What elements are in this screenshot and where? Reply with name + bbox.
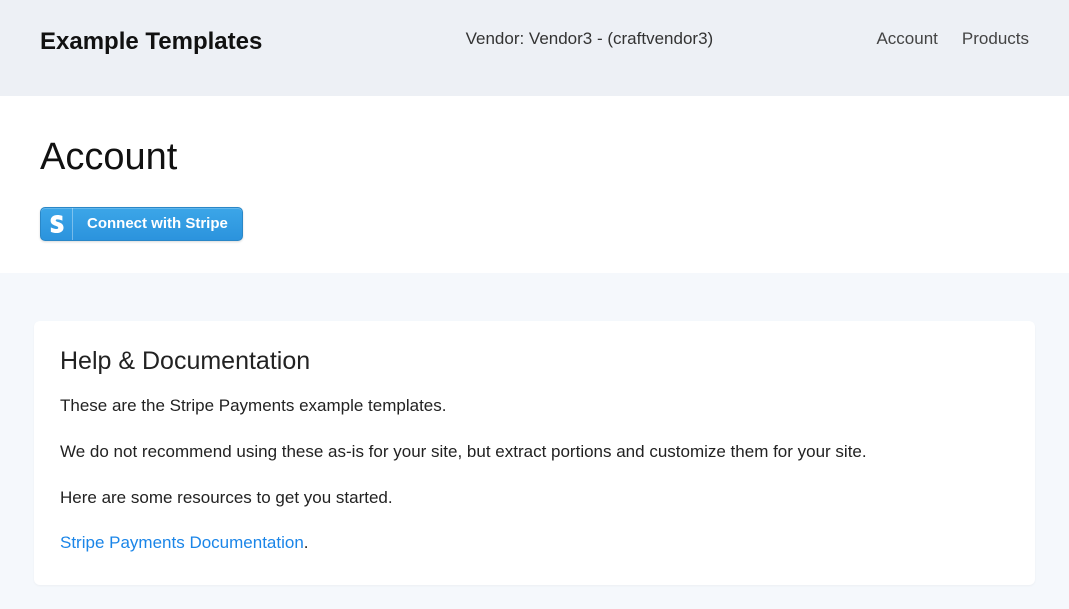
vendor-info: Vendor: Vendor3 - (craftvendor3) — [302, 29, 876, 49]
header: Example Templates Vendor: Vendor3 - (cra… — [0, 0, 1069, 96]
help-text-3: Here are some resources to get you start… — [60, 486, 1009, 510]
help-text-2: We do not recommend using these as-is fo… — [60, 440, 1009, 464]
connect-stripe-button[interactable]: Connect with Stripe — [40, 207, 243, 241]
help-link-line: Stripe Payments Documentation. — [60, 531, 1009, 555]
page-title: Account — [40, 136, 1029, 179]
help-section: Help & Documentation These are the Strip… — [0, 273, 1069, 609]
docs-link[interactable]: Stripe Payments Documentation — [60, 533, 304, 552]
help-text-1: These are the Stripe Payments example te… — [60, 394, 1009, 418]
nav: Account Products — [876, 29, 1029, 49]
docs-link-suffix: . — [304, 533, 309, 552]
connect-stripe-label: Connect with Stripe — [73, 208, 242, 240]
main-content: Account Connect with Stripe — [0, 96, 1069, 273]
nav-account-link[interactable]: Account — [876, 29, 937, 49]
nav-products-link[interactable]: Products — [962, 29, 1029, 49]
stripe-s-icon — [41, 208, 73, 240]
help-card: Help & Documentation These are the Strip… — [34, 321, 1035, 585]
brand-title: Example Templates — [40, 28, 262, 56]
help-title: Help & Documentation — [60, 347, 1009, 376]
